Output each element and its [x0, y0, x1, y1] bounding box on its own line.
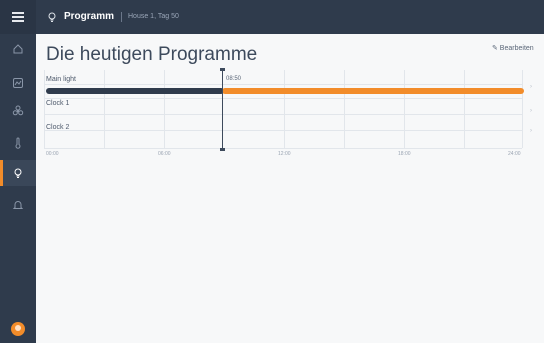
- menu-button[interactable]: [0, 0, 36, 34]
- title-divider: [121, 12, 122, 22]
- program-bar-remaining[interactable]: [222, 88, 524, 94]
- chevron-right-icon[interactable]: ›: [530, 128, 532, 134]
- chevron-right-icon[interactable]: ›: [530, 108, 532, 114]
- program-timeline: Main light Clock 1 Clock 2 › › › 08:50 0…: [44, 68, 532, 160]
- sidebar-item-temperature[interactable]: [0, 130, 36, 156]
- program-bar-elapsed[interactable]: [46, 88, 224, 94]
- grid-line: [522, 70, 523, 148]
- top-bar: Programm House 1, Tag 50: [36, 0, 544, 34]
- grid-line: [44, 114, 522, 115]
- row-label-main-light: Main light: [46, 76, 76, 83]
- user-avatar[interactable]: [11, 322, 25, 336]
- lightbulb-icon: [48, 12, 56, 22]
- thermometer-icon: [15, 137, 21, 149]
- bell-icon: [12, 201, 24, 209]
- grid-line: [44, 84, 522, 85]
- time-tick: 00:00: [46, 151, 59, 157]
- sidebar-item-home[interactable]: [0, 36, 36, 62]
- page-title: Die heutigen Programme: [46, 44, 258, 65]
- now-marker-bottom: [220, 148, 225, 151]
- lightbulb-icon: [14, 168, 22, 178]
- grid-line: [164, 70, 165, 148]
- breadcrumb: House 1, Tag 50: [128, 13, 179, 20]
- grid-line: [284, 70, 285, 148]
- sidebar-item-programs[interactable]: [0, 160, 36, 186]
- grid-line: [404, 70, 405, 148]
- row-label-clock-1: Clock 1: [46, 100, 70, 107]
- time-tick: 18:00: [398, 151, 411, 157]
- sidebar-item-alarms[interactable]: [0, 192, 36, 218]
- current-time-label: 08:50: [226, 76, 242, 82]
- chevron-right-icon[interactable]: ›: [530, 84, 532, 90]
- grid-line: [44, 70, 45, 148]
- grid-line: [44, 130, 522, 131]
- hamburger-icon: [12, 12, 24, 22]
- sidebar-item-dashboard[interactable]: [0, 70, 36, 96]
- dashboard-icon: [13, 78, 23, 88]
- sidebar-item-fan[interactable]: [0, 98, 36, 124]
- grid-line: [44, 148, 522, 149]
- grid-line: [104, 70, 105, 148]
- row-label-clock-2: Clock 2: [46, 124, 70, 131]
- page-section-title: Programm: [64, 11, 115, 22]
- app-frame: Programm House 1, Tag 50 Die heutigen Pr…: [0, 0, 544, 343]
- sidebar: [0, 0, 36, 343]
- time-tick: 06:00: [158, 151, 171, 157]
- grid-line: [464, 70, 465, 148]
- time-tick: 12:00: [278, 151, 291, 157]
- time-tick: 24:00: [508, 151, 521, 157]
- home-icon: [13, 44, 23, 54]
- fan-icon: [12, 105, 24, 116]
- grid-line: [344, 70, 345, 148]
- current-time-line: [222, 68, 223, 150]
- edit-button[interactable]: ✎ Bearbeiten: [492, 44, 534, 52]
- grid-line: [44, 98, 522, 99]
